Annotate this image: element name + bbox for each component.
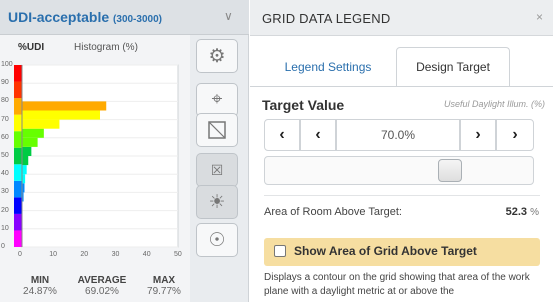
histogram-bar: [22, 137, 38, 147]
window-frame-icon: [208, 121, 226, 139]
sun-button[interactable]: ☀: [196, 185, 238, 219]
legend-header: GRID DATA LEGEND ×: [250, 0, 553, 36]
colorscale-segment: [14, 114, 22, 132]
x-tick-label: 0: [18, 251, 22, 258]
histogram-bar: [22, 156, 29, 166]
x-tick-label: 30: [111, 251, 120, 258]
metric-title: UDI-acceptable (300-3000): [8, 9, 162, 25]
y-tick-label: 90: [1, 79, 9, 87]
zoom-fit-icon: ☉: [208, 229, 226, 251]
y-tick-label: 80: [1, 97, 9, 105]
window-button[interactable]: [196, 113, 238, 147]
colorscale-segment: [14, 197, 22, 214]
target-metric-label: Useful Daylight Illum. (%): [443, 99, 545, 109]
colorscale-segment: [14, 164, 22, 181]
close-icon[interactable]: ×: [536, 10, 543, 24]
colorscale-segment: [14, 65, 22, 82]
colorscale-segment: [14, 180, 22, 198]
x-tick-label: 10: [49, 251, 57, 258]
target-button[interactable]: ⌖: [196, 83, 238, 117]
y-tick-label: 40: [1, 170, 9, 178]
y-tick-label: 60: [1, 133, 9, 141]
histogram-bar: [22, 146, 32, 156]
description-text: Displays a contour on the grid showing t…: [264, 272, 530, 297]
target-value-field[interactable]: 70.0%: [336, 119, 460, 151]
colorscale-segment: [14, 213, 22, 231]
right-panel: GRID DATA LEGEND × Legend Settings Desig…: [250, 0, 553, 302]
increase-button[interactable]: ›: [460, 119, 496, 151]
histogram-bar: [22, 101, 107, 111]
y-axis-label: %UDI: [18, 42, 45, 53]
zoom-fit-button[interactable]: ☉: [196, 223, 238, 257]
y-tick-label: 70: [1, 115, 9, 123]
legend-title: GRID DATA LEGEND: [262, 11, 391, 26]
settings-button[interactable]: ⚙: [196, 39, 238, 73]
histogram-panel: %UDI Histogram (%) 0 10 20 30 40 50 60 70 80 90 10…: [0, 35, 190, 302]
divider: [264, 195, 540, 196]
x-tick-label: 40: [142, 251, 151, 258]
chevron-down-icon[interactable]: ∨: [224, 9, 233, 23]
metric-selector[interactable]: UDI-acceptable (300-3000) ∨: [0, 0, 249, 35]
x-axis-label: Histogram (%): [74, 42, 138, 53]
area-label: Area of Room Above Target:: [264, 206, 402, 218]
target-slider[interactable]: [264, 156, 534, 185]
stat-max: MAX 79.77%: [147, 275, 181, 297]
decrease-button[interactable]: ‹: [300, 119, 336, 151]
mark-x-icon: ☒: [210, 161, 224, 178]
histogram-bar: [22, 119, 60, 129]
y-tick-label: 0: [1, 243, 5, 250]
tool-column: ⚙ ⌖ ☒ ☀ ☉: [191, 35, 249, 302]
crosshair-icon: ⌖: [211, 89, 223, 110]
show-area-checkbox[interactable]: [274, 245, 286, 257]
colorscale-segment: [14, 230, 22, 247]
histogram-bar: [22, 165, 27, 175]
histogram-bar: [22, 128, 44, 138]
x-tick-label: 20: [80, 251, 89, 258]
y-tick-label: 30: [1, 188, 9, 196]
stat-min: MIN 24.87%: [23, 275, 57, 297]
slider-thumb[interactable]: [437, 159, 462, 182]
y-tick-label: 100: [1, 61, 13, 68]
tab-legend-settings[interactable]: Legend Settings: [264, 47, 392, 87]
histogram-chart: [14, 64, 179, 248]
colorscale-segment: [14, 98, 22, 115]
y-tick-label: 50: [1, 152, 9, 159]
left-panel: UDI-acceptable (300-3000) ∨ %UDI Histogr…: [0, 0, 249, 302]
histogram-bar: [22, 110, 100, 120]
target-value-label: Target Value: [262, 97, 345, 113]
colorscale-segment: [14, 81, 22, 99]
tab-divider: [250, 86, 553, 87]
y-tick-label: 20: [1, 206, 9, 214]
sun-icon: ☀: [208, 191, 226, 213]
area-value: 52.3 %: [505, 206, 539, 218]
tab-design-target[interactable]: Design Target: [396, 47, 510, 87]
colorscale-segment: [14, 131, 22, 148]
show-area-toggle[interactable]: Show Area of Grid Above Target: [264, 238, 540, 266]
increase-large-button[interactable]: ›: [496, 119, 534, 151]
colorscale-segment: [14, 147, 22, 165]
x-tick-label: 50: [174, 251, 182, 258]
decrease-large-button[interactable]: ‹: [264, 119, 300, 151]
stat-average: AVERAGE 69.02%: [77, 275, 127, 297]
mark-button[interactable]: ☒: [196, 153, 238, 187]
y-tick-label: 10: [1, 224, 9, 232]
show-area-label: Show Area of Grid Above Target: [294, 244, 477, 258]
gear-icon: ⚙: [208, 45, 226, 67]
